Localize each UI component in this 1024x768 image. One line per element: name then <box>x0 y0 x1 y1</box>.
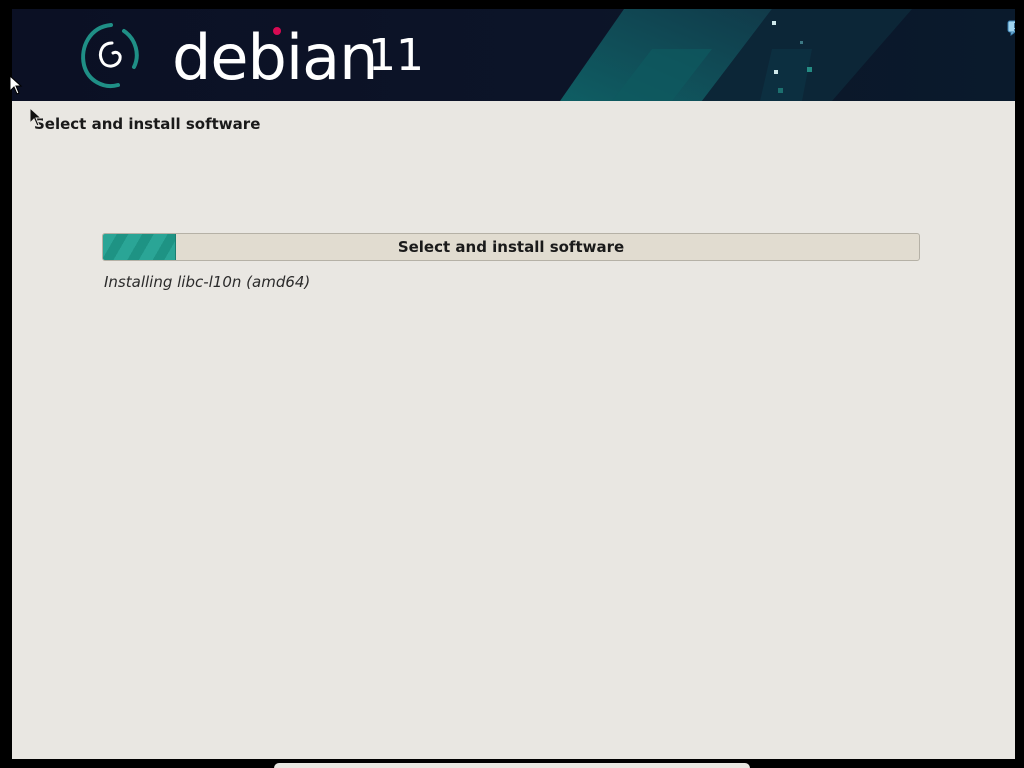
star-sparkle <box>807 67 812 72</box>
bottom-edge-tab <box>274 763 750 768</box>
brand-dot <box>273 27 281 35</box>
progress-label: Select and install software <box>397 238 625 256</box>
star-sparkle <box>774 70 778 74</box>
page-title: Select and install software <box>34 115 261 133</box>
star-sparkle <box>778 88 783 93</box>
debian-banner: debian 11 <box>12 9 1015 101</box>
mouse-pointer-icon <box>29 107 43 127</box>
notification-speech-bubble-icon[interactable] <box>1007 20 1015 36</box>
debian-swirl-icon <box>81 23 139 88</box>
banner-background <box>12 9 1015 101</box>
brand-version: 11 <box>368 30 424 81</box>
mouse-pointer-icon <box>9 75 23 95</box>
installer-window: debian 11 Select and install software Se… <box>12 9 1015 759</box>
progress-status-text: Installing libc-l10n (amd64) <box>104 273 311 291</box>
star-sparkle <box>800 41 803 44</box>
star-sparkle <box>772 21 776 25</box>
screen: debian 11 Select and install software Se… <box>0 0 1024 768</box>
progress-bar: Select and install software <box>102 233 920 261</box>
